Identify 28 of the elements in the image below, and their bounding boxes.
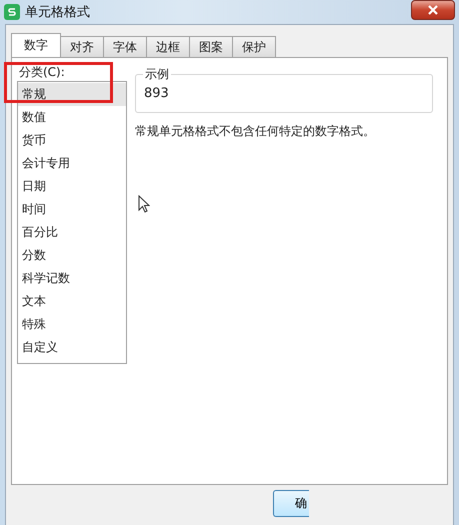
category-item[interactable]: 科学记数 — [18, 267, 126, 290]
sample-value: 893 — [144, 86, 169, 101]
tab[interactable]: 保护 — [232, 36, 276, 57]
tab[interactable]: 对齐 — [60, 36, 104, 57]
category-list[interactable]: 常规 数值 货币 会计专用 日期 时间 百分比 分数 科学记数 文本 特殊 自定义 — [17, 81, 127, 364]
ok-button[interactable]: 确 — [273, 490, 309, 517]
tab[interactable]: 边框 — [146, 36, 190, 57]
category-item[interactable]: 自定义 — [18, 336, 126, 359]
category-item[interactable]: 时间 — [18, 198, 126, 221]
category-item[interactable]: 货币 — [18, 129, 126, 152]
category-item[interactable]: 特殊 — [18, 313, 126, 336]
tab[interactable]: 字体 — [103, 36, 147, 57]
category-item[interactable]: 文本 — [18, 290, 126, 313]
category-label: 分类(C): — [18, 64, 66, 80]
sample-label: 示例 — [143, 66, 171, 83]
category-item[interactable]: 分数 — [18, 244, 126, 267]
window-title: 单元格格式 — [25, 4, 91, 21]
cursor-icon — [138, 195, 150, 213]
category-item[interactable]: 会计专用 — [18, 152, 126, 175]
tab[interactable]: 数字 — [11, 33, 61, 57]
category-item[interactable]: 数值 — [18, 106, 126, 129]
tab[interactable]: 图案 — [189, 36, 233, 57]
app-icon — [4, 4, 20, 20]
category-item[interactable]: 日期 — [18, 175, 126, 198]
close-button[interactable] — [411, 0, 455, 20]
category-item[interactable]: 百分比 — [18, 221, 126, 244]
format-description: 常规单元格格式不包含任何特定的数字格式。 — [135, 123, 376, 140]
close-icon — [427, 5, 439, 15]
